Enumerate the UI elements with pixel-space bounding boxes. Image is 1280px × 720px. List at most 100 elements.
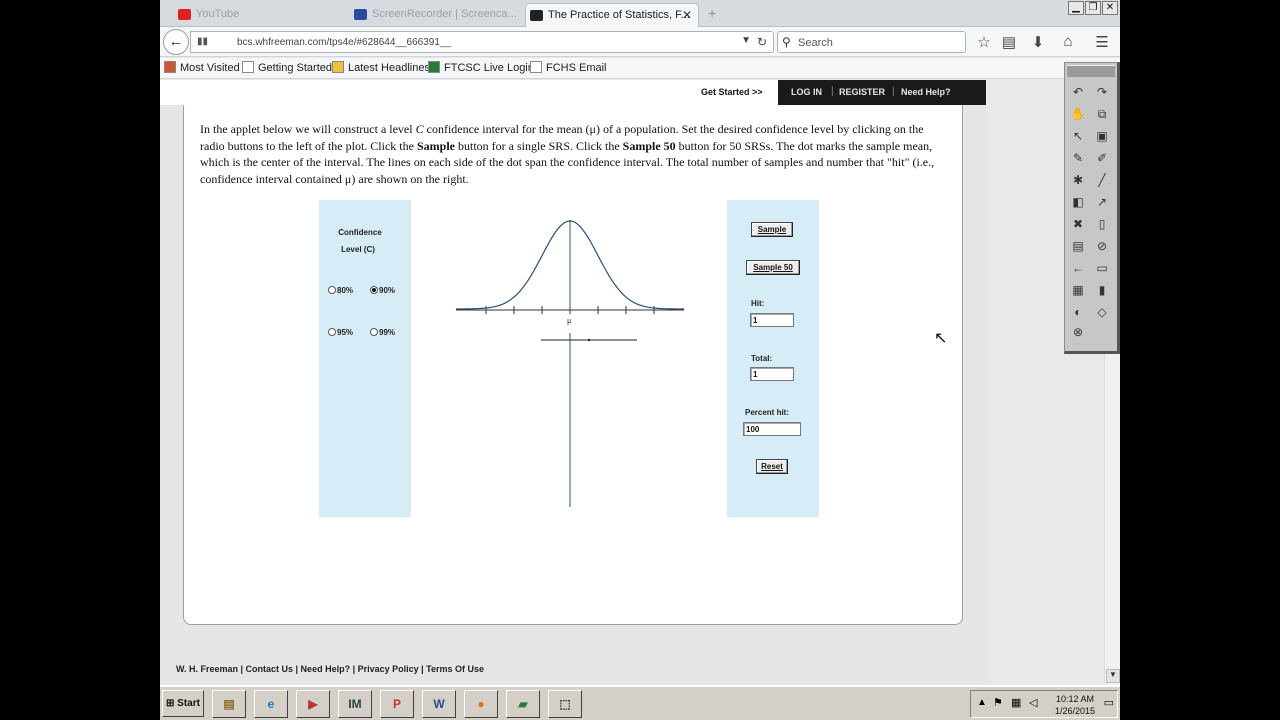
scroll-down-icon[interactable]: ▼ bbox=[1106, 669, 1120, 683]
percent-hit-field[interactable]: 100 bbox=[743, 422, 801, 436]
tab-screenrecorder[interactable]: ScreenRecorder | Screenca... bbox=[350, 3, 520, 27]
lock-icon[interactable]: ▭ bbox=[1093, 259, 1111, 277]
bookmark-getting-started[interactable]: Getting Started bbox=[242, 61, 332, 74]
powerpoint-task-icon[interactable]: P bbox=[380, 690, 414, 718]
search-placeholder: Search bbox=[798, 37, 833, 49]
intro-sample-term: Sample bbox=[416, 138, 455, 153]
radio-circle[interactable] bbox=[328, 328, 336, 336]
grid-icon[interactable]: ▦ bbox=[1069, 281, 1087, 299]
bookmark-latest-headlines[interactable]: Latest Headlines bbox=[332, 61, 430, 74]
history-dropdown-icon[interactable]: ▼ bbox=[741, 35, 751, 46]
show-desktop-icon[interactable]: ▭ bbox=[1104, 696, 1114, 709]
get-started-link[interactable]: Get Started >> bbox=[701, 87, 763, 97]
tray-expand-icon[interactable]: ▲ bbox=[977, 697, 987, 708]
need-help-link[interactable]: Need Help? bbox=[901, 87, 951, 97]
radio-80[interactable]: 80% bbox=[328, 286, 353, 295]
bookmark-icon bbox=[242, 61, 254, 73]
back-arrow-icon[interactable]: ← bbox=[1069, 259, 1087, 277]
back-button[interactable]: ← bbox=[163, 29, 189, 55]
shape-icon[interactable]: ◧ bbox=[1069, 193, 1087, 211]
line-icon[interactable]: ╱ bbox=[1093, 171, 1111, 189]
rss-icon bbox=[332, 61, 344, 73]
undo-icon[interactable]: ↶ bbox=[1069, 83, 1087, 101]
battery-icon[interactable]: ▮ bbox=[1093, 281, 1111, 299]
radio-label: 90% bbox=[379, 286, 396, 295]
tag-icon[interactable]: ◇ bbox=[1093, 303, 1111, 321]
hit-field[interactable]: 1 bbox=[750, 313, 794, 327]
level-c-label: Level (C) bbox=[341, 245, 375, 254]
reset-button[interactable]: Reset bbox=[756, 459, 788, 474]
radio-95[interactable]: 95% bbox=[328, 328, 353, 337]
windows-logo-icon: ⊞ bbox=[166, 698, 175, 709]
site-identity-icon[interactable]: ▮▮ bbox=[197, 36, 208, 47]
total-field[interactable]: 1 bbox=[750, 367, 794, 381]
intro-sample50-term: Sample 50 bbox=[622, 138, 676, 153]
minimize-icon[interactable]: ▁ bbox=[1068, 1, 1084, 15]
reload-icon[interactable]: ↻ bbox=[757, 35, 767, 49]
applet-instructions: In the applet below we will construct a … bbox=[200, 121, 940, 188]
radio-label: 80% bbox=[337, 286, 354, 295]
toolbox-title-bar[interactable] bbox=[1067, 65, 1115, 77]
capture-task-icon[interactable]: ⬚ bbox=[548, 690, 582, 718]
sample-button[interactable]: Sample bbox=[751, 222, 793, 237]
login-link[interactable]: LOG IN bbox=[791, 87, 822, 97]
radio-circle[interactable] bbox=[370, 328, 378, 336]
tab-youtube[interactable]: YouTube bbox=[174, 3, 344, 27]
close-window-icon[interactable]: ✕ bbox=[1102, 1, 1118, 15]
tab-practice-of-statistics[interactable]: The Practice of Statistics, F... ✕ bbox=[525, 3, 699, 27]
redo-icon[interactable]: ↷ bbox=[1093, 83, 1111, 101]
document-icon[interactable]: ▤ bbox=[1069, 237, 1087, 255]
word-task-icon[interactable]: W bbox=[422, 690, 456, 718]
home-icon[interactable]: ⌂ bbox=[1059, 33, 1077, 50]
url-bar[interactable]: ▮▮ bcs.whfreeman.com/tps4e/#628644__6663… bbox=[190, 31, 774, 53]
total-label: Total: bbox=[751, 354, 773, 363]
search-input[interactable]: ⚲ Search bbox=[777, 31, 966, 53]
intro-level-c: C bbox=[415, 122, 424, 136]
page-icon[interactable]: ▯ bbox=[1093, 215, 1111, 233]
im-task-icon[interactable]: IM bbox=[338, 690, 372, 718]
menu-icon[interactable]: ☰ bbox=[1093, 33, 1111, 51]
radio-circle[interactable] bbox=[370, 286, 378, 294]
close-tab-icon[interactable]: ✕ bbox=[682, 8, 692, 22]
screen-app-task-icon[interactable]: ▰ bbox=[506, 690, 540, 718]
register-link[interactable]: REGISTER bbox=[839, 87, 885, 97]
new-tab-button[interactable]: + bbox=[708, 5, 716, 21]
firefox-task-icon[interactable]: ● bbox=[464, 690, 498, 718]
flag-icon[interactable]: ⚑ bbox=[993, 696, 1003, 709]
pen-icon[interactable]: ✎ bbox=[1069, 149, 1087, 167]
select-icon[interactable]: ▣ bbox=[1093, 127, 1111, 145]
clip-icon[interactable]: ⊘ bbox=[1093, 237, 1111, 255]
eraser-icon[interactable]: ✖ bbox=[1069, 215, 1087, 233]
start-button[interactable]: ⊞ Start bbox=[162, 690, 204, 717]
media-task-icon[interactable]: ▶ bbox=[296, 690, 330, 718]
radio-label: 95% bbox=[337, 328, 354, 337]
clock[interactable]: 10:12 AM 1/26/2015 bbox=[1055, 693, 1095, 717]
bookmark-most-visited[interactable]: Most Visited bbox=[164, 61, 240, 74]
hand-icon[interactable]: ✋ bbox=[1069, 105, 1087, 123]
youtube-icon bbox=[178, 9, 191, 20]
copy-icon[interactable]: ⧉ bbox=[1093, 105, 1111, 123]
separator: | bbox=[831, 86, 834, 97]
volume-icon[interactable]: ◁ bbox=[1029, 696, 1037, 709]
bookmark-fchs-email[interactable]: FCHS Email bbox=[530, 61, 607, 74]
taskbar: ⊞ Start ▤ e ▶ IM P W ● ▰ ⬚ ▲ ⚑ ▦ ◁ 10:12… bbox=[160, 685, 1120, 720]
downloads-icon[interactable]: ⬇ bbox=[1029, 33, 1047, 51]
radio-99[interactable]: 99% bbox=[370, 328, 395, 337]
bookmark-star-icon[interactable]: ☆ bbox=[975, 33, 993, 51]
file-manager-task-icon[interactable]: ▤ bbox=[212, 690, 246, 718]
maximize-icon[interactable]: ❐ bbox=[1085, 1, 1101, 15]
intro-text: In the applet below we will construct a … bbox=[200, 122, 416, 136]
bookmark-ftcsc-live-login[interactable]: FTCSC Live Login bbox=[428, 61, 534, 74]
internet-explorer-task-icon[interactable]: e bbox=[254, 690, 288, 718]
radio-circle[interactable] bbox=[328, 286, 336, 294]
palette-icon[interactable]: ⊗ bbox=[1069, 323, 1087, 341]
sample-50-button[interactable]: Sample 50 bbox=[746, 260, 800, 275]
color-icon[interactable]: ◐ bbox=[1069, 303, 1087, 321]
radio-90[interactable]: 90% bbox=[370, 286, 395, 295]
stamp-icon[interactable]: ✱ bbox=[1069, 171, 1087, 189]
network-icon[interactable]: ▦ bbox=[1011, 696, 1021, 709]
reading-list-icon[interactable]: ▤ bbox=[1000, 33, 1018, 51]
arrow-tool-icon[interactable]: ↗ bbox=[1093, 193, 1111, 211]
pointer-icon[interactable]: ↖ bbox=[1069, 127, 1087, 145]
highlighter-icon[interactable]: ✐ bbox=[1093, 149, 1111, 167]
